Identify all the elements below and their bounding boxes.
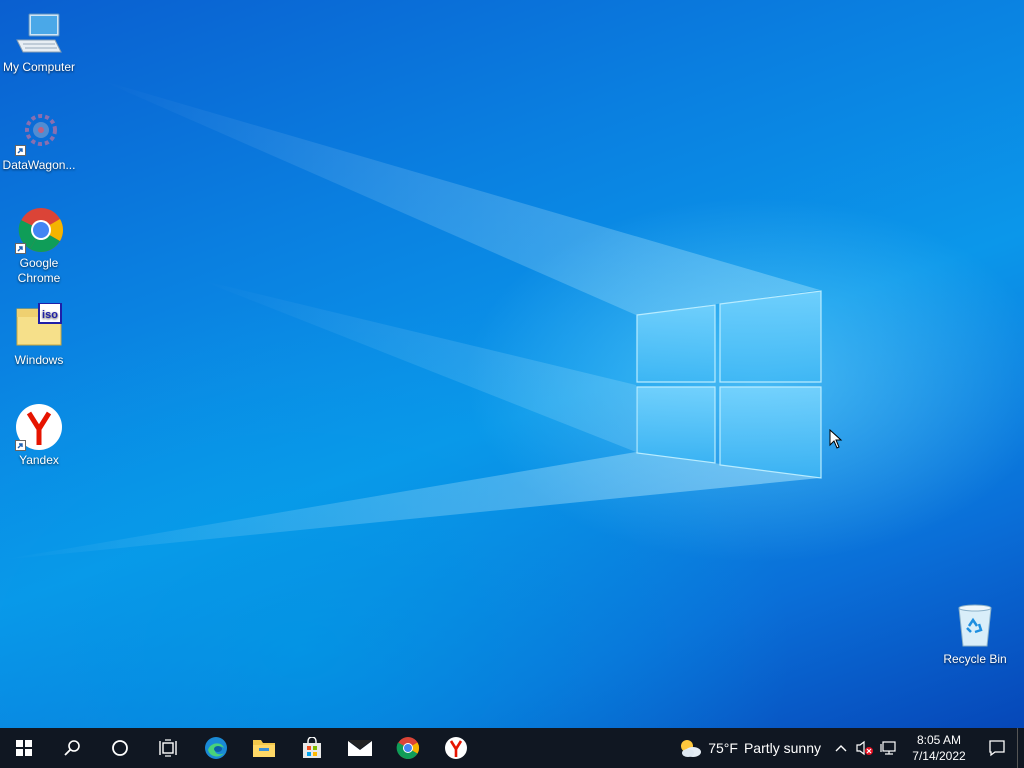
taskbar-store-button[interactable] [288,728,336,768]
taskbar-chrome-button[interactable] [384,728,432,768]
desktop-icon-my-computer[interactable]: My Computer [0,10,78,75]
mouse-cursor-icon [829,429,843,449]
taskbar-edge-button[interactable] [192,728,240,768]
volume-muted-icon [856,740,873,756]
desktop-icon-yandex[interactable]: Yandex [0,403,78,468]
shortcut-arrow-icon [15,440,26,451]
mail-icon [347,739,373,756]
weather-widget[interactable]: 75°F Partly sunny [674,728,829,768]
desktop-icon-label: DataWagon... [2,158,76,172]
datawagon-icon [15,108,63,156]
taskbar: 75°F Partly sunny 8:05 AM 7/14/2022 [0,728,1024,768]
system-tray: 75°F Partly sunny 8:05 AM 7/14/2022 [674,728,1024,768]
chevron-up-icon [835,745,847,752]
desktop-icon-google-chrome[interactable]: Google Chrome [0,206,78,286]
taskbar-file-explorer-button[interactable] [240,728,288,768]
task-view-icon [159,739,177,757]
network-icon [880,741,896,755]
edge-icon [205,737,227,759]
svg-text:iso: iso [42,309,58,321]
store-icon [303,737,321,758]
cortana-button[interactable] [96,728,144,768]
taskbar-mail-button[interactable] [336,728,384,768]
clock-time: 8:05 AM [916,733,962,747]
weather-temp: 75°F [708,740,738,756]
desktop-icon-label: My Computer [2,60,76,74]
cortana-icon [112,740,128,756]
desktop-icon-label: Windows [14,353,64,367]
recycle-bin-icon [951,602,999,650]
chrome-icon [396,737,419,759]
shortcut-arrow-icon [15,145,26,156]
show-hidden-icons-button[interactable] [829,728,853,768]
desktop[interactable]: My Computer DataWagon... Google Chrome i… [0,0,1024,728]
yandex-icon [445,737,467,759]
notification-icon [989,740,1005,757]
yandex-icon [15,403,63,451]
iso-file-icon: iso [15,302,63,351]
task-view-button[interactable] [144,728,192,768]
desktop-icon-label: Yandex [19,453,59,467]
computer-icon [15,10,63,58]
start-button[interactable] [0,728,48,768]
action-center-button[interactable] [977,728,1017,768]
desktop-icon-windows-iso[interactable]: iso Windows [0,302,78,368]
file-explorer-icon [253,740,275,757]
partly-sunny-icon [681,740,702,757]
desktop-icon-datawagon[interactable]: DataWagon... [0,108,78,173]
wallpaper-beams [0,80,822,560]
taskbar-yandex-button[interactable] [432,728,480,768]
clock-date: 7/14/2022 [912,749,966,763]
search-icon [64,740,80,756]
clock[interactable]: 8:05 AM 7/14/2022 [901,732,977,764]
volume-button[interactable] [853,728,877,768]
desktop-icon-recycle-bin[interactable]: Recycle Bin [936,602,1014,667]
weather-condition: Partly sunny [743,740,821,756]
show-desktop-button[interactable] [1017,728,1024,768]
chrome-icon [15,206,63,254]
network-button[interactable] [877,728,901,768]
start-icon [16,740,32,756]
shortcut-arrow-icon [15,243,26,254]
desktop-icon-label: Recycle Bin [943,652,1007,666]
search-button[interactable] [48,728,96,768]
desktop-icon-label: Google Chrome [17,256,61,285]
